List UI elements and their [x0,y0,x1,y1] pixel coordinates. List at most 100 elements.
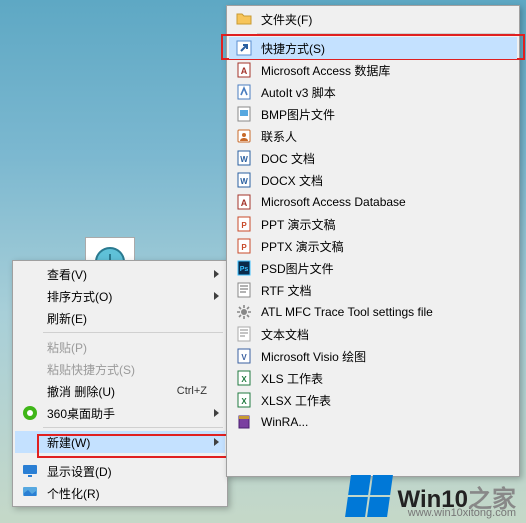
watermark-url: www.win10xitong.com [408,507,516,519]
menu-new[interactable]: 新建(W) [15,431,225,453]
menu-label: 粘贴(P) [41,339,221,356]
submenu-label: DOC 文档 [255,150,513,167]
menu-view[interactable]: 查看(V) [15,263,225,285]
blank-icon [19,358,41,380]
autoit-icon [233,81,255,103]
menu-label: 粘贴快捷方式(S) [41,361,221,378]
helper-icon [19,402,41,424]
submenu-label: 快捷方式(S) [255,40,513,57]
submenu-item-access-db-cn[interactable]: A Microsoft Access 数据库 [229,59,517,81]
svg-text:P: P [241,243,247,252]
chevron-right-icon [214,438,219,446]
visio-icon: V [233,345,255,367]
new-submenu: 文件夹(F) 快捷方式(S) A Microsoft Access 数据库 AutoIt… [226,5,520,477]
monitor-icon [19,460,41,482]
submenu-label: ATL MFC Trace Tool settings file [255,305,513,319]
submenu-label: XLS 工作表 [255,370,513,387]
txt-icon [233,323,255,345]
blank-icon [19,431,41,453]
separator [257,33,515,34]
blank-icon [19,263,41,285]
submenu-item-docx[interactable]: W DOCX 文档 [229,169,517,191]
submenu-label: RTF 文档 [255,282,513,299]
submenu-label: PPT 演示文稿 [255,216,513,233]
blank-icon [19,336,41,358]
menu-label: 刷新(E) [41,310,221,327]
submenu-label: XLSX 工作表 [255,392,513,409]
menu-personalize[interactable]: 个性化(R) [15,482,225,504]
svg-text:A: A [241,198,248,208]
access-db-en-icon: A [233,191,255,213]
submenu-label: BMP图片文件 [255,106,513,123]
submenu-item-autoit[interactable]: AutoIt v3 脚本 [229,81,517,103]
submenu-item-doc[interactable]: W DOC 文档 [229,147,517,169]
submenu-item-atlmfc[interactable]: ATL MFC Trace Tool settings file [229,301,517,323]
menu-display-settings[interactable]: 显示设置(D) [15,460,225,482]
submenu-item-ppt[interactable]: P PPT 演示文稿 [229,213,517,235]
menu-360-helper[interactable]: 360桌面助手 [15,402,225,424]
access-db-cn-icon: A [233,59,255,81]
context-menu: 查看(V) 排序方式(O) 刷新(E) 粘贴(P) 粘贴快捷方式(S) 撤消 删… [12,260,228,507]
doc-icon: W [233,147,255,169]
submenu-label: Microsoft Access Database [255,195,513,209]
contact-icon [233,125,255,147]
svg-text:A: A [241,66,248,76]
menu-undo-delete[interactable]: 撤消 删除(U) Ctrl+Z [15,380,225,402]
chevron-right-icon [214,292,219,300]
menu-label: 个性化(R) [41,485,221,502]
separator [43,456,223,457]
submenu-item-access-db-en[interactable]: A Microsoft Access Database [229,191,517,213]
bmp-icon [233,103,255,125]
watermark: Win10之家 www.win10xitong.com [348,475,516,517]
submenu-label: 文本文档 [255,326,513,343]
submenu-item-xlsx[interactable]: XXLSX 工作表 [229,389,517,411]
submenu-label: 联系人 [255,128,513,145]
menu-label: 撤消 删除(U) [41,383,177,400]
submenu-item-winrar[interactable]: WinRA... [229,411,517,433]
submenu-label: 文件夹(F) [255,11,513,28]
menu-label: 360桌面助手 [41,405,221,422]
submenu-label: DOCX 文档 [255,172,513,189]
blank-icon [19,285,41,307]
chevron-right-icon [214,270,219,278]
xls-icon: X [233,367,255,389]
shortcut-text: Ctrl+Z [177,385,221,397]
submenu-item-shortcut[interactable]: 快捷方式(S) [229,37,517,59]
submenu-label: AutoIt v3 脚本 [255,84,513,101]
submenu-item-contact[interactable]: 联系人 [229,125,517,147]
docx-icon: W [233,169,255,191]
svg-text:W: W [240,177,248,186]
menu-label: 排序方式(O) [41,288,221,305]
menu-label: 新建(W) [41,434,221,451]
submenu-item-bmp[interactable]: BMP图片文件 [229,103,517,125]
menu-paste-shortcut: 粘贴快捷方式(S) [15,358,225,380]
submenu-item-pptx[interactable]: PPPTX 演示文稿 [229,235,517,257]
submenu-item-xls[interactable]: X XLS 工作表 [229,367,517,389]
ppt-icon: P [233,213,255,235]
menu-label: 显示设置(D) [41,463,221,480]
winrar-icon [233,411,255,433]
menu-label: 查看(V) [41,266,221,283]
personalize-icon [19,482,41,504]
svg-text:X: X [241,375,247,384]
folder-icon [233,8,255,30]
submenu-label: PSD图片文件 [255,260,513,277]
xlsx-icon: X [233,389,255,411]
shortcut-icon [233,37,255,59]
separator [43,332,223,333]
atlmfc-icon [233,301,255,323]
submenu-label: Microsoft Access 数据库 [255,62,513,79]
windows-logo-icon [345,475,393,517]
submenu-item-folder[interactable]: 文件夹(F) [229,8,517,30]
svg-text:W: W [240,155,248,164]
menu-sort[interactable]: 排序方式(O) [15,285,225,307]
submenu-item-psd[interactable]: PsPSD图片文件 [229,257,517,279]
blank-icon [19,307,41,329]
submenu-item-rtf[interactable]: RTF 文档 [229,279,517,301]
submenu-item-txt[interactable]: 文本文档 [229,323,517,345]
pptx-icon: P [233,235,255,257]
svg-text:P: P [241,221,247,230]
menu-refresh[interactable]: 刷新(E) [15,307,225,329]
submenu-item-visio[interactable]: VMicrosoft Visio 绘图 [229,345,517,367]
psd-icon: Ps [233,257,255,279]
